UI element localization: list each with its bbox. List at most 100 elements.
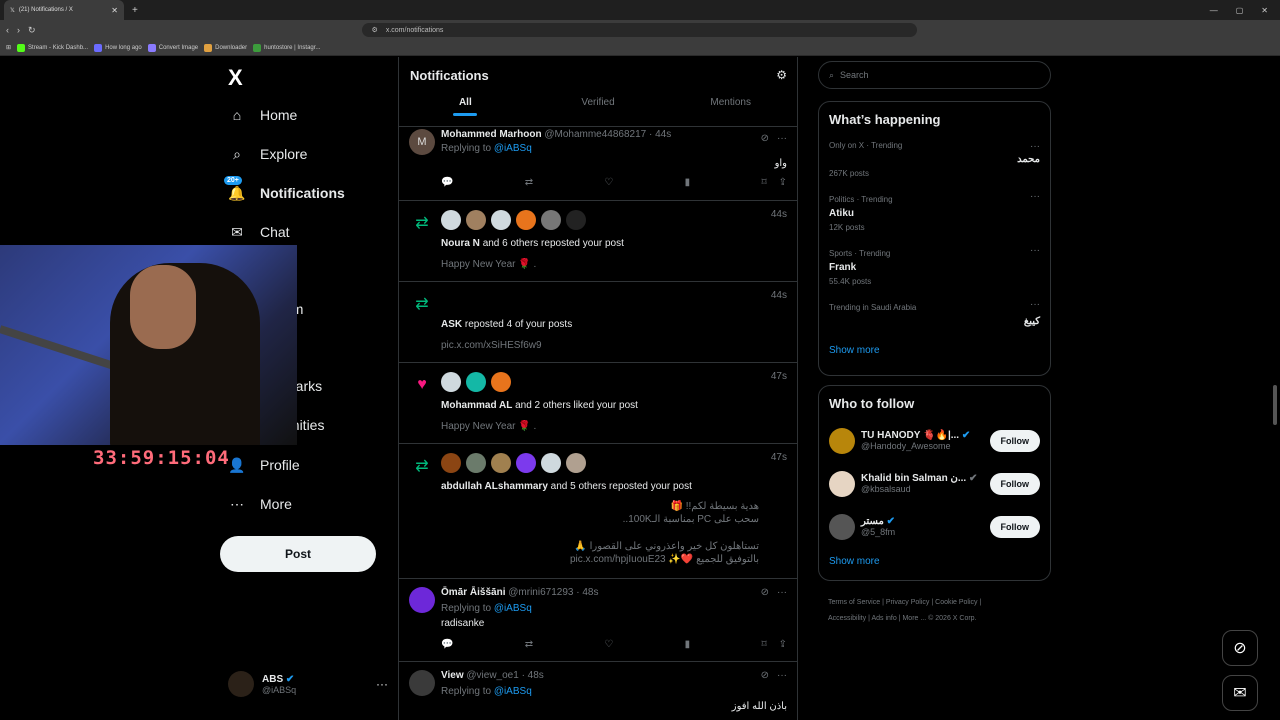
x-logo-icon[interactable]: X: [228, 65, 243, 91]
back-icon[interactable]: ‹: [6, 25, 9, 35]
close-window-icon[interactable]: ✕: [1261, 6, 1268, 15]
bookmark-how-long-ago[interactable]: How long ago: [94, 43, 142, 52]
footer-link[interactable]: Accessibility: [828, 615, 866, 622]
repost-notification[interactable]: ⇄ abdullah ALshammary and 5 others repos…: [399, 444, 797, 579]
more-dots-icon[interactable]: ···: [1030, 299, 1040, 310]
minimize-icon[interactable]: —: [1210, 6, 1218, 15]
streamer-face: [130, 265, 196, 349]
more-circle-icon: ⋯: [230, 495, 244, 512]
browser-tab[interactable]: 𝕏 (21) Notifications / X ✕: [4, 0, 124, 20]
show-more-link[interactable]: Show more: [829, 556, 1040, 567]
panel-title: Who to follow: [829, 396, 915, 411]
reply-notification[interactable]: Ōmār Āiššāni @mrini671293 · 48s Replying…: [399, 579, 797, 662]
grok-float-icon[interactable]: ⊘: [1222, 630, 1258, 666]
nav-profile[interactable]: 👤 Profile: [228, 456, 299, 474]
footer-link[interactable]: More ...: [902, 615, 926, 622]
nav-more[interactable]: ⋯ More: [228, 495, 292, 513]
follow-suggestion[interactable]: TU HANODY 🫀🔥|... ✔ @Handody_Awesome Follo…: [829, 419, 1040, 462]
follow-button[interactable]: Follow: [989, 472, 1040, 495]
more-dots-icon[interactable]: ···: [1030, 191, 1040, 202]
footer-link[interactable]: Terms of Service: [828, 599, 880, 606]
like-icon[interactable]: ♡: [604, 639, 613, 650]
footer-link[interactable]: Cookie Policy: [935, 599, 977, 606]
search-icon: ⌕: [233, 145, 241, 162]
avatar: [829, 513, 855, 540]
nav-explore[interactable]: ⌕ Explore: [228, 145, 307, 163]
reply-notification[interactable]: View @view_oe1 · 48s Replying to @iABSq …: [399, 662, 797, 720]
messages-float-icon[interactable]: ✉: [1222, 675, 1258, 711]
more-dots-icon[interactable]: ···: [376, 677, 388, 691]
share-icon[interactable]: ⇪: [779, 639, 787, 650]
bookmark-icon[interactable]: ⌑: [761, 177, 766, 188]
views-icon[interactable]: ▮: [685, 639, 691, 650]
repost-notification[interactable]: ⇄ Noura N and 6 others reposted your pos…: [399, 201, 797, 282]
footer-link[interactable]: Ads info: [871, 615, 896, 622]
bookmark-huntostore[interactable]: huntostore | Instagr...: [253, 43, 320, 52]
follow-suggestion[interactable]: Khalid bin Salman ن... ✔ @kbsalsaud Follo…: [829, 462, 1040, 505]
trend-item[interactable]: Trending in Saudi Arabia كيبغ ···: [829, 299, 1040, 345]
like-icon[interactable]: ♡: [604, 177, 613, 188]
bookmark-kick[interactable]: Stream - Kick Dashb...: [17, 43, 88, 52]
apps-icon[interactable]: ⊞: [6, 44, 11, 51]
bookmark-convert-image[interactable]: Convert Image: [147, 43, 198, 52]
reply-notification[interactable]: M Mohammed Marhoon @Mohamme44868217 · 44…: [399, 127, 797, 201]
more-dots-icon[interactable]: ···: [1030, 245, 1040, 256]
nav-home[interactable]: ⌂ Home: [228, 106, 298, 124]
repost-icon[interactable]: ⇄: [525, 639, 533, 650]
avatar: [409, 670, 435, 696]
share-icon[interactable]: ⇪: [779, 177, 787, 188]
more-dots-icon[interactable]: ···: [777, 670, 787, 681]
forward-icon[interactable]: ›: [17, 25, 20, 35]
avatar: [829, 427, 855, 454]
trend-item[interactable]: Politics · Trending Atiku 12K posts ···: [829, 191, 1040, 249]
grok-icon[interactable]: ⊘: [761, 133, 769, 144]
tab-mentions[interactable]: Mentions: [664, 97, 797, 116]
account-switcher[interactable]: ABS ✔ @iABSq ···: [228, 671, 388, 697]
browser-tabstrip: 𝕏 (21) Notifications / X ✕ + — ▢ ✕: [0, 0, 1280, 20]
follow-suggestion[interactable]: مستر ✔ @5_8fm Follow: [829, 505, 1040, 548]
avatar: M: [409, 129, 435, 155]
address-bar[interactable]: ⚙ x.com/notifications: [361, 23, 917, 37]
mention-link[interactable]: @iABSq: [494, 686, 532, 697]
nav-notifications[interactable]: 🔔 20+ Notifications: [224, 176, 345, 202]
scrollbar[interactable]: [1273, 385, 1277, 425]
bookmark-downloader[interactable]: Downloader: [204, 43, 247, 52]
close-tab-icon[interactable]: ✕: [111, 6, 118, 15]
like-notification[interactable]: ♥ Mohammad AL and 2 others liked your po…: [399, 363, 797, 444]
bookmark-icon[interactable]: ⌑: [761, 639, 766, 650]
grok-icon[interactable]: ⊘: [761, 670, 769, 681]
x-favicon-icon: 𝕏: [10, 7, 15, 14]
show-more-link[interactable]: Show more: [829, 345, 1040, 356]
footer-link[interactable]: Privacy Policy: [886, 599, 930, 606]
repost-notification[interactable]: ⇄ ASK reposted 4 of your posts pic.x.com…: [399, 282, 797, 363]
new-tab-icon[interactable]: +: [132, 5, 138, 16]
reply-icon[interactable]: 💬: [441, 639, 453, 650]
nav-chat[interactable]: ✉ Chat: [228, 223, 289, 241]
post-button[interactable]: Post: [220, 536, 376, 572]
tab-verified[interactable]: Verified: [532, 97, 665, 116]
mention-link[interactable]: @iABSq: [494, 603, 532, 614]
reply-icon[interactable]: 💬: [441, 177, 453, 188]
reload-icon[interactable]: ↻: [28, 25, 36, 36]
grok-icon[interactable]: ⊘: [761, 587, 769, 598]
follow-button[interactable]: Follow: [989, 429, 1040, 452]
heart-icon: ♥: [417, 376, 427, 393]
maximize-icon[interactable]: ▢: [1236, 6, 1244, 15]
repost-icon[interactable]: ⇄: [525, 177, 533, 188]
verified-badge-icon: ✔: [886, 516, 895, 527]
mention-link[interactable]: @iABSq: [494, 143, 532, 154]
trend-item[interactable]: Sports · Trending Frank 55.4K posts ···: [829, 245, 1040, 303]
more-dots-icon[interactable]: ···: [1030, 141, 1040, 152]
site-info-icon[interactable]: ⚙: [372, 26, 378, 34]
more-dots-icon[interactable]: ···: [777, 133, 787, 144]
settings-gear-icon[interactable]: ⚙: [776, 68, 787, 82]
more-dots-icon[interactable]: ···: [777, 587, 787, 598]
views-icon[interactable]: ▮: [685, 177, 691, 188]
trend-item[interactable]: Only on X · Trending محمد 267K posts ···: [829, 141, 1040, 195]
whats-happening-panel: What’s happening Only on X · Trending مح…: [818, 101, 1051, 376]
home-icon: ⌂: [232, 107, 242, 123]
search-input[interactable]: ⌕ Search: [818, 61, 1051, 89]
follow-button[interactable]: Follow: [989, 515, 1040, 538]
tab-all[interactable]: All: [399, 97, 532, 116]
repost-icon: ⇄: [415, 458, 429, 475]
